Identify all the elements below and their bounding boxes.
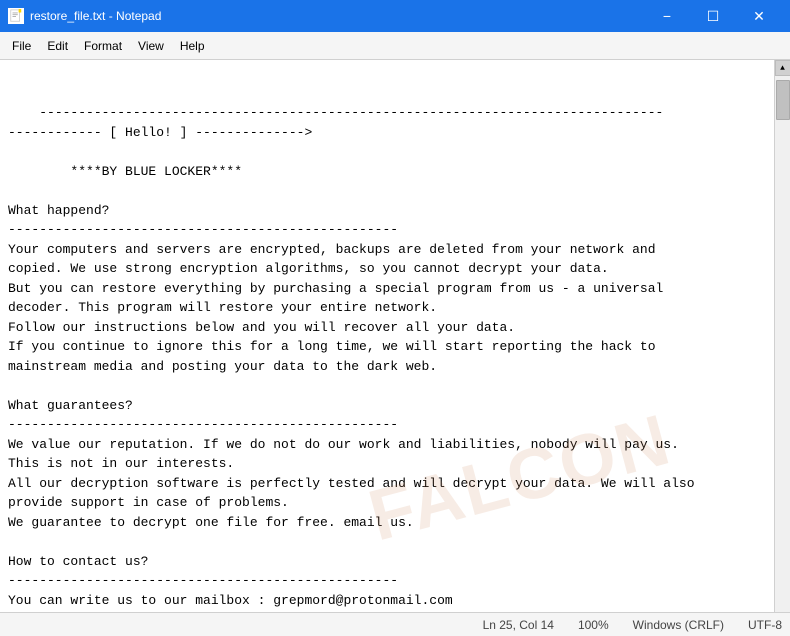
window-title: restore_file.txt - Notepad	[30, 9, 161, 23]
title-controls: − ☐ ✕	[644, 0, 782, 32]
status-line-ending: Windows (CRLF)	[633, 618, 724, 632]
text-editor[interactable]: FALCON ---------------------------------…	[0, 60, 774, 612]
menu-help[interactable]: Help	[172, 35, 213, 57]
menu-view[interactable]: View	[130, 35, 172, 57]
scroll-up-button[interactable]: ▲	[775, 60, 790, 76]
close-button[interactable]: ✕	[736, 0, 782, 32]
editor-container: FALCON ---------------------------------…	[0, 60, 790, 612]
status-line-col: Ln 25, Col 14	[483, 618, 554, 632]
status-encoding: UTF-8	[748, 618, 782, 632]
title-bar-left: restore_file.txt - Notepad	[8, 8, 161, 24]
menu-bar: File Edit Format View Help	[0, 32, 790, 60]
status-bar: Ln 25, Col 14 100% Windows (CRLF) UTF-8	[0, 612, 790, 636]
minimize-button[interactable]: −	[644, 0, 690, 32]
scroll-thumb[interactable]	[776, 80, 790, 120]
menu-format[interactable]: Format	[76, 35, 130, 57]
vertical-scrollbar[interactable]: ▲	[774, 60, 790, 612]
maximize-button[interactable]: ☐	[690, 0, 736, 32]
menu-edit[interactable]: Edit	[39, 35, 76, 57]
status-zoom: 100%	[578, 618, 609, 632]
menu-file[interactable]: File	[4, 35, 39, 57]
title-bar: restore_file.txt - Notepad − ☐ ✕	[0, 0, 790, 32]
notepad-icon	[8, 8, 24, 24]
editor-text: ----------------------------------------…	[8, 105, 695, 612]
